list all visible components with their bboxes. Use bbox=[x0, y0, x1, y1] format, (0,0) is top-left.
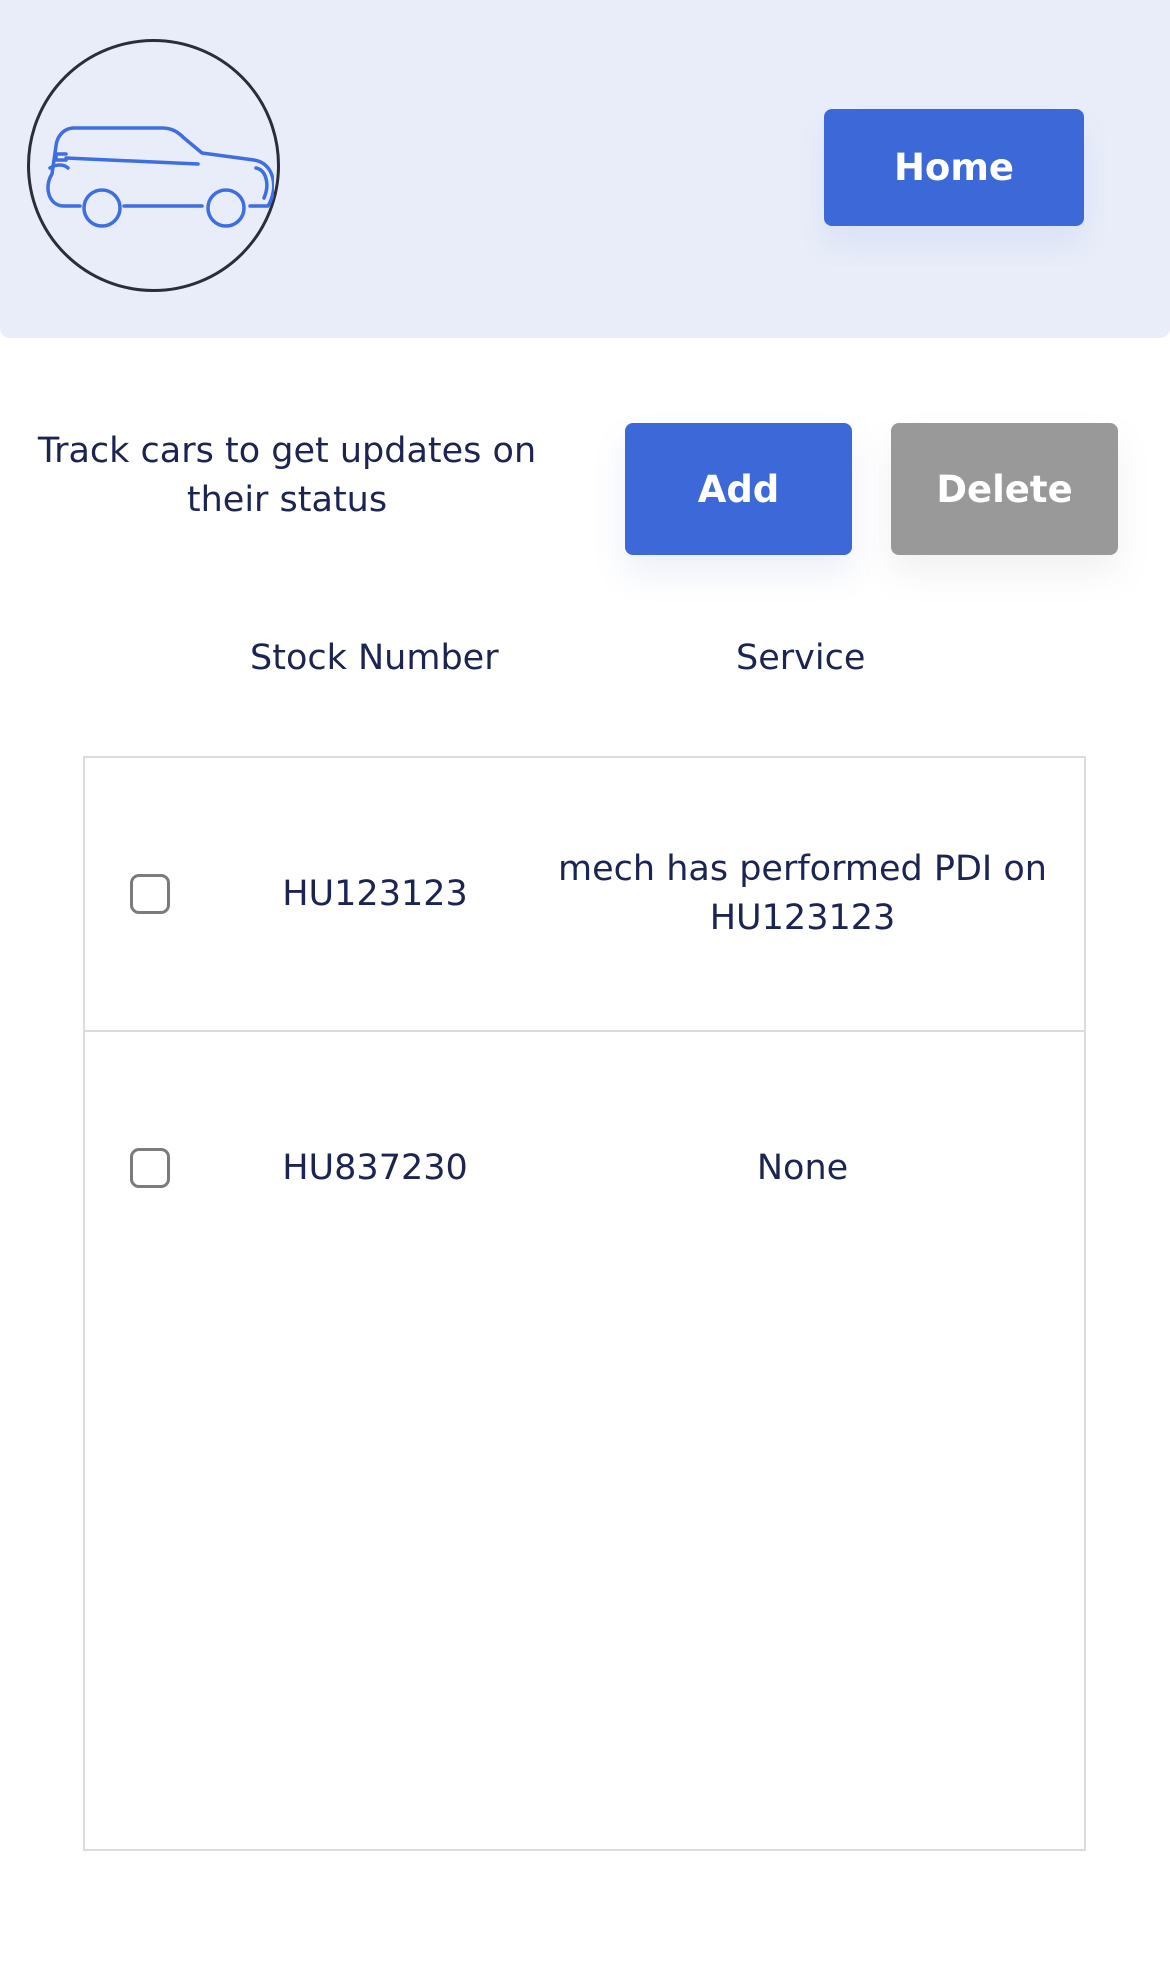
row-checkbox[interactable] bbox=[130, 874, 170, 914]
service-cell: mech has performed PDI on HU123123 bbox=[558, 849, 1047, 938]
intro-text: Track cars to get updates on their statu… bbox=[37, 431, 537, 520]
table-row: HU123123 mech has performed PDI on HU123… bbox=[85, 758, 1084, 1032]
delete-button[interactable]: Delete bbox=[891, 423, 1118, 555]
logo bbox=[27, 39, 280, 292]
service-cell: None bbox=[756, 1147, 849, 1188]
tracked-cars-table: HU123123 mech has performed PDI on HU123… bbox=[83, 756, 1086, 1851]
column-header-stock-number: Stock Number bbox=[250, 638, 499, 678]
table-row: HU837230 None bbox=[85, 1032, 1084, 1304]
row-checkbox[interactable] bbox=[130, 1148, 170, 1188]
car-icon bbox=[46, 126, 274, 228]
stock-number-cell: HU123123 bbox=[282, 874, 468, 914]
stock-number-cell: HU837230 bbox=[282, 1148, 468, 1188]
column-header-service: Service bbox=[736, 638, 866, 678]
home-button[interactable]: Home bbox=[824, 109, 1084, 226]
add-button[interactable]: Add bbox=[625, 423, 852, 555]
app-header: Home bbox=[0, 0, 1170, 338]
